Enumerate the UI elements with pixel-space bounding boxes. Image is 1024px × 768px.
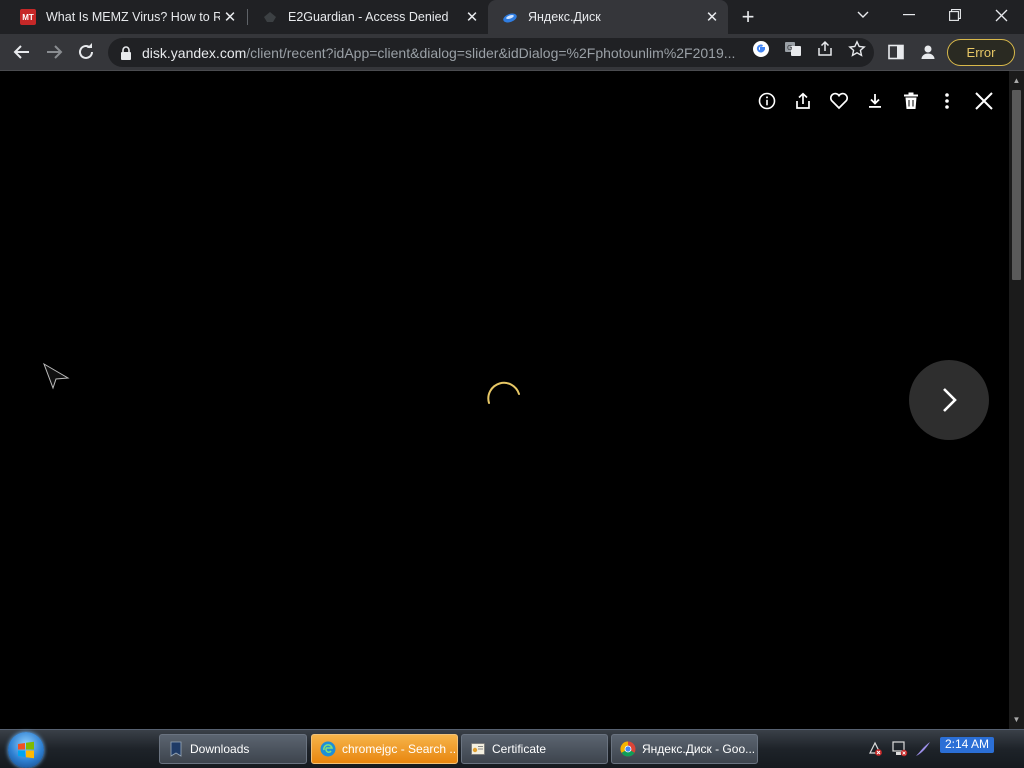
edge-icon bbox=[320, 741, 336, 757]
url-host: disk.yandex.com bbox=[142, 44, 247, 61]
start-button[interactable] bbox=[8, 732, 44, 768]
yandex-disk-favicon-icon bbox=[502, 9, 518, 25]
delete-icon[interactable] bbox=[901, 91, 921, 111]
google-lens-icon[interactable] bbox=[752, 40, 770, 58]
svg-text:G: G bbox=[787, 44, 792, 52]
more-icon[interactable] bbox=[937, 91, 957, 111]
lock-icon[interactable] bbox=[120, 45, 134, 60]
tab-yandex-disk[interactable]: Яндекс.Диск ✕ bbox=[488, 0, 728, 34]
tab-strip: MT What Is MEMZ Virus? How to Remove ✕ E… bbox=[0, 0, 1024, 34]
share-icon[interactable] bbox=[793, 91, 813, 111]
close-icon[interactable] bbox=[973, 90, 995, 112]
forward-arrow-icon[interactable] bbox=[40, 38, 68, 66]
taskbar-item-label: Downloads bbox=[190, 742, 250, 756]
restore-icon[interactable] bbox=[932, 0, 978, 30]
tab-title: Яндекс.Диск bbox=[528, 10, 601, 24]
translate-icon[interactable]: G bbox=[784, 40, 802, 58]
url-path: /client/recent?idApp=client&dialog=slide… bbox=[246, 44, 736, 61]
taskbar-item-label: chromejgc - Search ... bbox=[342, 742, 457, 756]
screen: MT What Is MEMZ Virus? How to Remove ✕ E… bbox=[0, 0, 1024, 768]
mouse-cursor-icon bbox=[43, 362, 70, 390]
scroll-up-icon[interactable]: ▲ bbox=[1009, 73, 1024, 88]
tab-e2guardian[interactable]: E2Guardian - Access Denied ✕ bbox=[248, 0, 488, 34]
e2guardian-favicon-icon bbox=[262, 9, 278, 25]
profile-error-button[interactable]: Error bbox=[947, 39, 1015, 66]
tab-title: What Is MEMZ Virus? How to Remove bbox=[46, 10, 220, 24]
chevron-right-icon bbox=[943, 388, 957, 412]
tray-network-icon[interactable] bbox=[890, 740, 908, 758]
info-icon[interactable] bbox=[757, 91, 777, 111]
taskbar-item-downloads[interactable]: Downloads bbox=[159, 734, 307, 764]
minimize-icon[interactable] bbox=[886, 0, 932, 30]
taskbar-clock[interactable]: 2:14 AM bbox=[940, 737, 994, 753]
tab-search-chevron-icon[interactable] bbox=[840, 0, 886, 30]
browser-toolbar: disk.yandex.com/client/recent?idApp=clie… bbox=[0, 34, 1024, 71]
reload-icon[interactable] bbox=[72, 38, 100, 66]
next-photo-button[interactable] bbox=[909, 360, 989, 440]
share-page-icon[interactable] bbox=[816, 40, 834, 58]
tray-action-center-icon[interactable] bbox=[866, 740, 884, 758]
scroll-thumb[interactable] bbox=[1012, 90, 1021, 280]
taskbar-item-certificate[interactable]: Certificate bbox=[461, 734, 608, 764]
scroll-down-icon[interactable]: ▼ bbox=[1009, 712, 1024, 727]
download-icon[interactable] bbox=[865, 91, 885, 111]
taskbar-item-label: Яндекс.Диск - Goo... bbox=[642, 742, 756, 756]
loading-spinner-icon bbox=[487, 381, 520, 404]
back-arrow-icon[interactable] bbox=[8, 38, 36, 66]
profile-avatar-icon[interactable] bbox=[918, 42, 938, 62]
windows-logo-icon bbox=[18, 741, 34, 759]
new-tab-plus-icon[interactable]: + bbox=[734, 4, 762, 30]
tab-close-icon[interactable]: ✕ bbox=[462, 7, 482, 27]
tab-memz-article[interactable]: MT What Is MEMZ Virus? How to Remove ✕ bbox=[6, 0, 246, 34]
tab-close-icon[interactable]: ✕ bbox=[220, 7, 240, 27]
taskbar-item-edge-search[interactable]: chromejgc - Search ... bbox=[311, 734, 458, 764]
certificate-icon bbox=[470, 741, 486, 757]
window-close-icon[interactable] bbox=[978, 0, 1024, 30]
downloads-folder-icon bbox=[168, 741, 184, 757]
minitool-favicon-text: MT bbox=[22, 12, 34, 22]
taskbar-item-chrome[interactable]: Яндекс.Диск - Goo... bbox=[611, 734, 758, 764]
chrome-icon bbox=[620, 741, 636, 757]
tab-close-icon[interactable]: ✕ bbox=[702, 7, 722, 27]
tab-title: E2Guardian - Access Denied bbox=[288, 10, 449, 24]
taskbar: Downloads chromejgc - Search ... Certifi… bbox=[0, 729, 1024, 768]
side-panel-icon[interactable] bbox=[886, 42, 906, 62]
tray-pen-icon[interactable] bbox=[914, 740, 932, 758]
photo-viewer bbox=[0, 71, 1009, 729]
vertical-scrollbar[interactable]: ▲ ▼ bbox=[1009, 71, 1024, 729]
taskbar-item-label: Certificate bbox=[492, 742, 547, 756]
url-text[interactable]: disk.yandex.com/client/recent?idApp=clie… bbox=[142, 45, 748, 61]
minitool-favicon-icon: MT bbox=[20, 9, 36, 25]
bookmark-star-icon[interactable] bbox=[848, 40, 866, 58]
favorite-icon[interactable] bbox=[829, 91, 849, 111]
